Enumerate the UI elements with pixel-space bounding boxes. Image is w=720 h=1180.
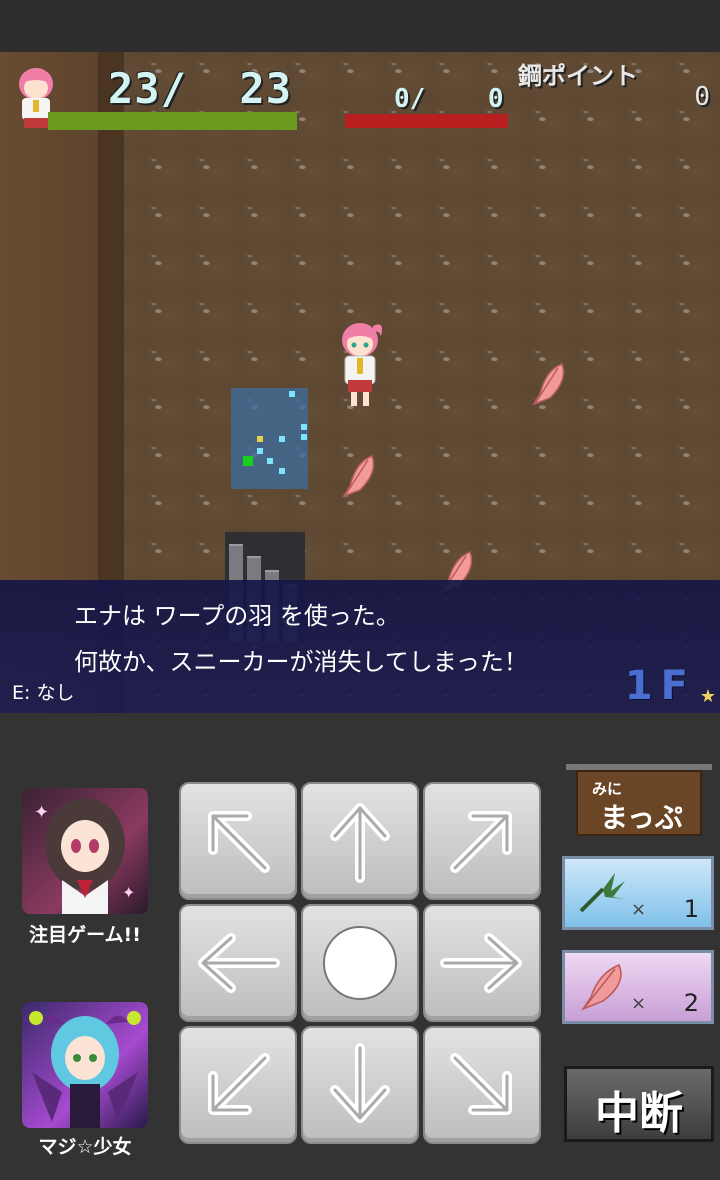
arrow-down-right-icon bbox=[450, 1053, 512, 1115]
minimap-button[interactable]: みに まっぷ bbox=[576, 770, 702, 836]
svg-text:✦: ✦ bbox=[122, 883, 135, 902]
herb-multiply-sign: × bbox=[631, 899, 647, 920]
minimap-overlay bbox=[231, 388, 308, 489]
anime-girl-ad-art: ✦ ✦ bbox=[34, 798, 135, 914]
feather-icon bbox=[581, 964, 622, 1011]
feather-item bbox=[532, 363, 565, 406]
wait-button[interactable] bbox=[301, 904, 419, 1022]
minimap-cell bbox=[279, 436, 285, 442]
feather-count: 2 bbox=[683, 989, 699, 1017]
hp-bar-fill bbox=[48, 112, 297, 130]
floor-indicator: 1F bbox=[624, 663, 696, 709]
message-line-2: 何故か、スニーカーが消失してしまった！ bbox=[74, 648, 528, 676]
equipment-status: E: なし bbox=[12, 682, 75, 704]
arrow-down-left-icon bbox=[208, 1053, 270, 1115]
pause-button-label: 中断 bbox=[595, 1088, 683, 1139]
feather-item-button[interactable]: × 2 bbox=[562, 950, 714, 1024]
circle-icon bbox=[323, 926, 397, 1000]
move-right-button[interactable] bbox=[423, 904, 541, 1022]
move-down-button[interactable] bbox=[301, 1026, 419, 1144]
magic-girl-ad-art bbox=[29, 1011, 141, 1128]
dungeon-field[interactable]: 23/ 23 0/ 0 鋼ポイント 0 エナは ワープの羽 を使った。 何故か、… bbox=[0, 52, 720, 713]
move-up-left-button[interactable] bbox=[179, 782, 297, 900]
move-up-right-button[interactable] bbox=[423, 782, 541, 900]
minimap-cell bbox=[289, 391, 295, 397]
herb-item-button[interactable]: × 1 bbox=[562, 856, 714, 930]
herb-count: 1 bbox=[683, 895, 699, 923]
minimap-item bbox=[257, 436, 263, 442]
pause-button[interactable]: 中断 bbox=[564, 1066, 714, 1142]
arrow-right-icon bbox=[440, 933, 522, 993]
arrow-up-left-icon bbox=[208, 811, 270, 873]
arrow-left-icon bbox=[198, 933, 280, 993]
move-left-button[interactable] bbox=[179, 904, 297, 1022]
magic-girl-ad[interactable] bbox=[22, 1002, 148, 1128]
system-status-bar bbox=[0, 0, 720, 52]
herb-icon bbox=[579, 873, 625, 913]
minimap-button-label: まっぷ bbox=[600, 801, 683, 834]
arrow-down-icon bbox=[330, 1043, 390, 1123]
move-down-right-button[interactable] bbox=[423, 1026, 541, 1144]
feather-item bbox=[342, 455, 375, 498]
hp-bar bbox=[48, 112, 297, 130]
steel-points-value: 0 bbox=[694, 82, 710, 112]
player-character-sprite bbox=[342, 323, 382, 406]
hp-counter: 23/ 23 bbox=[108, 64, 293, 113]
featured-game-label[interactable]: 注目ゲーム!! bbox=[10, 920, 160, 947]
steel-points-label: 鋼ポイント bbox=[518, 62, 638, 90]
mp-bar bbox=[345, 114, 508, 128]
move-up-button[interactable] bbox=[301, 782, 419, 900]
svg-text:✦: ✦ bbox=[34, 802, 49, 823]
arrow-up-icon bbox=[330, 803, 390, 883]
magic-girl-label[interactable]: マジ☆少女 bbox=[10, 1132, 160, 1159]
message-line-1: エナは ワープの羽 を使った。 bbox=[74, 602, 400, 630]
star-icon: ★ bbox=[699, 686, 716, 707]
message-window: エナは ワープの羽 を使った。 何故か、スニーカーが消失してしまった！ E: な… bbox=[0, 580, 720, 713]
minimap-player bbox=[243, 456, 253, 466]
minimap-cell bbox=[257, 448, 263, 454]
featured-game-ad[interactable]: ✦ ✦ bbox=[22, 788, 148, 914]
minimap-cell bbox=[301, 434, 307, 440]
arrow-up-right-icon bbox=[450, 811, 512, 873]
move-down-left-button[interactable] bbox=[179, 1026, 297, 1144]
mp-counter: 0/ 0 bbox=[394, 84, 504, 114]
feather-multiply-sign: × bbox=[631, 993, 647, 1014]
minimap-cell bbox=[301, 424, 307, 430]
minimap-cell bbox=[267, 458, 273, 464]
minimap-cell bbox=[279, 468, 285, 474]
